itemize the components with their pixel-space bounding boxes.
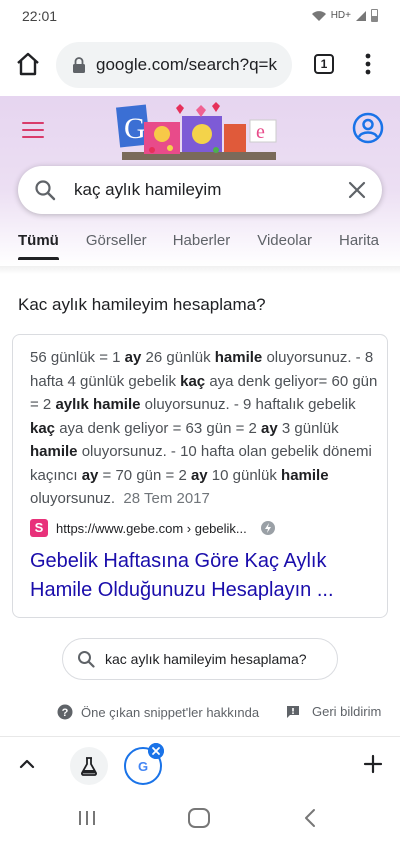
chevron-up-icon[interactable] xyxy=(18,755,36,773)
tab-switcher-button[interactable]: 1 xyxy=(314,54,334,74)
wifi-icon xyxy=(311,10,326,21)
status-time: 22:01 xyxy=(22,8,58,24)
flask-icon xyxy=(81,757,97,776)
status-icons: HD+ xyxy=(311,9,378,22)
feedback-link[interactable]: Geri bildirim xyxy=(286,704,381,719)
tab-group-toolbar: G xyxy=(0,736,400,792)
recents-icon[interactable] xyxy=(78,810,96,826)
tab-videos[interactable]: Videolar xyxy=(257,226,312,266)
snippet-date: 28 Tem 2017 xyxy=(123,490,210,507)
source-row[interactable]: S https://www.gebe.com › gebelik... xyxy=(30,519,275,537)
status-bar: 22:01 HD+ xyxy=(0,0,400,32)
android-nav-bar xyxy=(0,792,400,844)
google-doodle[interactable]: G e xyxy=(116,100,282,164)
home-icon[interactable] xyxy=(14,50,42,78)
account-icon[interactable] xyxy=(352,112,384,144)
new-tab-plus-icon[interactable] xyxy=(362,753,384,775)
related-search-chip[interactable]: kac aylık hamileyim hesaplama? xyxy=(62,638,338,680)
about-snippets-link[interactable]: ? Öne çıkan snippet'ler hakkında xyxy=(57,704,259,720)
site-favicon: S xyxy=(30,519,48,537)
address-bar[interactable]: google.com/search?q=k xyxy=(56,42,292,88)
search-icon xyxy=(78,651,95,668)
tab-images[interactable]: Görseller xyxy=(86,226,147,266)
tabs-divider xyxy=(0,266,400,274)
help-icon: ? xyxy=(57,704,73,720)
amp-icon xyxy=(260,521,275,535)
snippet-heading: Kac aylık hamileyim hesaplama? xyxy=(18,295,266,314)
result-title-link[interactable]: Gebelik Haftasına Göre Kaç Aylık Hamile … xyxy=(30,547,380,605)
network-type-label: HD+ xyxy=(330,10,351,21)
battery-icon xyxy=(371,9,378,22)
more-menu-icon[interactable] xyxy=(360,50,376,78)
home-nav-icon[interactable] xyxy=(188,808,210,828)
clear-icon[interactable] xyxy=(348,181,366,199)
back-icon[interactable] xyxy=(302,808,318,828)
tab-all[interactable]: Tümü xyxy=(18,226,59,266)
related-search-label: kac aylık hamileyim hesaplama? xyxy=(105,651,307,667)
search-box[interactable]: kaç aylık hamileyim xyxy=(18,166,382,214)
feedback-icon xyxy=(287,705,299,718)
snippet-text: 56 günlük = 1 ay 26 günlük hamile oluyor… xyxy=(30,349,378,507)
search-icon xyxy=(35,180,56,201)
tab-thumbnail-lab[interactable] xyxy=(70,747,108,785)
svg-text:?: ? xyxy=(62,707,69,719)
svg-text:e: e xyxy=(256,121,265,143)
feedback-label: Geri bildirim xyxy=(312,704,382,719)
close-tab-icon[interactable] xyxy=(148,743,164,759)
lock-icon xyxy=(73,57,85,73)
google-header: G e kaç aylık hamileyim Tümü Görseller H… xyxy=(0,96,400,266)
search-tabs: Tümü Görseller Haberler Videolar Harita xyxy=(0,226,400,266)
signal-icon xyxy=(356,10,366,21)
hamburger-menu-icon[interactable] xyxy=(22,122,44,138)
google-g-icon: G xyxy=(137,758,149,774)
tab-maps[interactable]: Harita xyxy=(339,226,379,266)
featured-snippet-card: 56 günlük = 1 ay 26 günlük hamile oluyor… xyxy=(12,334,388,618)
source-url[interactable]: https://www.gebe.com › gebelik... xyxy=(56,521,247,536)
about-snippets-label: Öne çıkan snippet'ler hakkında xyxy=(81,704,260,720)
search-input[interactable]: kaç aylık hamileyim xyxy=(74,180,348,200)
url-text: google.com/search?q=k xyxy=(96,55,277,74)
browser-toolbar: google.com/search?q=k 1 xyxy=(0,32,400,96)
svg-text:G: G xyxy=(124,112,146,145)
snippet-footer: ? Öne çıkan snippet'ler hakkında Geri bi… xyxy=(0,704,400,726)
tab-news[interactable]: Haberler xyxy=(173,226,231,266)
